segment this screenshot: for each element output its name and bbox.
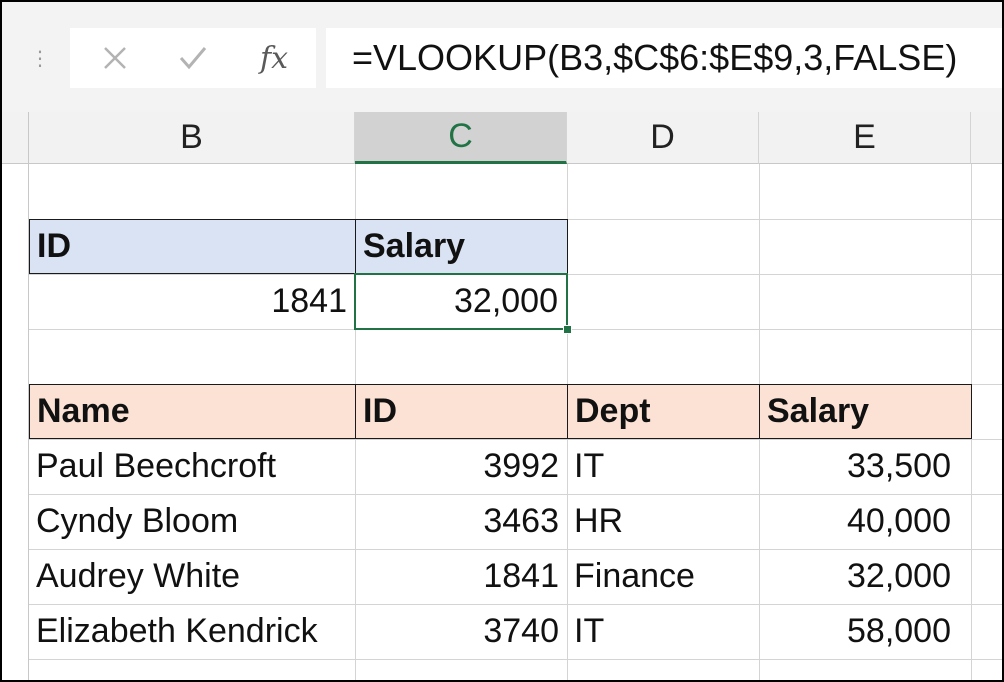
cell-name[interactable]: Audrey White <box>29 549 355 604</box>
cell-dept[interactable]: HR <box>567 494 759 549</box>
cell-dept[interactable]: Finance <box>567 549 759 604</box>
cell-salary[interactable]: 58,000 <box>759 604 971 659</box>
cell-id[interactable]: 3740 <box>355 604 567 659</box>
cell-name[interactable]: Paul Beechcroft <box>29 439 355 494</box>
column-header-e[interactable]: E <box>759 112 971 164</box>
cell-id[interactable]: 1841 <box>355 549 567 604</box>
column-header-f[interactable] <box>971 112 1002 164</box>
fill-handle[interactable] <box>563 325 572 334</box>
table-header-dept[interactable]: Dept <box>567 384 760 439</box>
cell-salary[interactable]: 33,500 <box>759 439 971 494</box>
cell-name[interactable]: Cyndy Bloom <box>29 494 355 549</box>
formula-bar: ⋮ fx =VLOOKUP(B3,$C$6:$E$9,3,FALSE) <box>2 2 1002 112</box>
checkmark-icon <box>179 47 207 70</box>
table-header-name[interactable]: Name <box>29 384 356 439</box>
spreadsheet-window: ⋮ fx =VLOOKUP(B3,$C$6:$E$9,3,FALSE) B C … <box>0 0 1004 682</box>
cell-id[interactable]: 3463 <box>355 494 567 549</box>
enter-button[interactable] <box>158 28 228 88</box>
lookup-id-cell[interactable]: 1841 <box>29 274 355 329</box>
gridline <box>29 659 1002 660</box>
close-icon <box>104 47 126 69</box>
column-header-c[interactable]: C <box>355 112 567 164</box>
cell-salary[interactable]: 40,000 <box>759 494 971 549</box>
select-all-corner[interactable] <box>2 112 29 164</box>
lookup-header-salary[interactable]: Salary <box>355 219 568 274</box>
cell-salary[interactable]: 32,000 <box>759 549 971 604</box>
cell-id[interactable]: 3992 <box>355 439 567 494</box>
row-header-gutter <box>2 164 29 680</box>
cancel-button[interactable] <box>80 28 150 88</box>
cell-dept[interactable]: IT <box>567 439 759 494</box>
drag-handle-icon[interactable]: ⋮ <box>30 46 50 72</box>
active-cell-salary-result[interactable]: 32,000 <box>354 273 568 330</box>
cell-dept[interactable]: IT <box>567 604 759 659</box>
table-header-salary[interactable]: Salary <box>759 384 972 439</box>
table-header-id[interactable]: ID <box>355 384 568 439</box>
formula-input[interactable]: =VLOOKUP(B3,$C$6:$E$9,3,FALSE) <box>326 28 1002 88</box>
column-header-b[interactable]: B <box>29 112 355 164</box>
insert-function-button[interactable]: fx <box>236 28 312 88</box>
formula-buttons: fx <box>70 28 316 88</box>
lookup-header-id[interactable]: ID <box>29 219 356 274</box>
column-header-d[interactable]: D <box>567 112 759 164</box>
cell-name[interactable]: Elizabeth Kendrick <box>29 604 355 659</box>
